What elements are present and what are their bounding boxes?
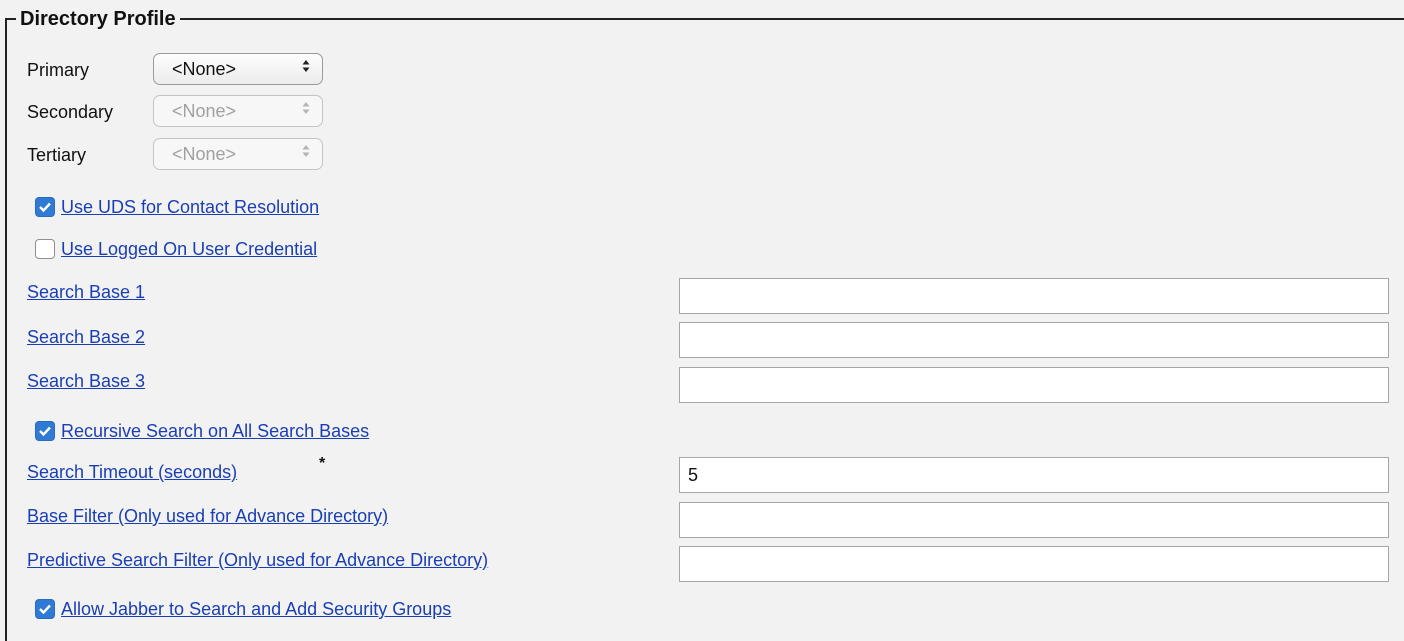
secondary-select-value: <None> [172, 101, 237, 121]
secondary-label: Secondary [27, 102, 114, 122]
recursive-search-checkbox[interactable] [35, 421, 55, 441]
secondary-select[interactable]: <None> [153, 95, 323, 127]
search-base-3-input[interactable] [679, 367, 1389, 403]
checkmark-icon [39, 426, 51, 437]
primary-label: Primary [27, 60, 89, 80]
use-uds-link[interactable]: Use UDS for Contact Resolution [61, 196, 319, 218]
primary-select-value: <None> [172, 59, 237, 79]
use-logged-on-link[interactable]: Use Logged On User Credential [61, 238, 317, 260]
select-arrows-icon [302, 139, 310, 169]
recursive-search-link[interactable]: Recursive Search on All Search Bases [61, 420, 369, 442]
directory-profile-legend: Directory Profile [16, 8, 180, 30]
search-timeout-link[interactable]: Search Timeout (seconds) [27, 461, 237, 483]
base-filter-input[interactable] [679, 502, 1389, 538]
tertiary-select-value: <None> [172, 144, 237, 164]
allow-jabber-link[interactable]: Allow Jabber to Search and Add Security … [61, 598, 451, 620]
allow-jabber-checkbox[interactable] [35, 599, 55, 619]
search-timeout-input[interactable] [679, 457, 1389, 493]
search-base-1-link[interactable]: Search Base 1 [27, 281, 145, 303]
search-base-2-link[interactable]: Search Base 2 [27, 326, 145, 348]
select-arrows-icon [302, 102, 310, 114]
select-arrows-icon [302, 96, 310, 126]
recursive-search-row: Recursive Search on All Search Bases [35, 420, 369, 442]
checkmark-icon [39, 202, 51, 213]
search-base-2-input[interactable] [679, 322, 1389, 358]
use-logged-on-row: Use Logged On User Credential [35, 238, 317, 260]
required-marker: * [319, 455, 326, 472]
predictive-filter-link[interactable]: Predictive Search Filter (Only used for … [27, 549, 488, 571]
select-arrows-icon [302, 145, 310, 157]
use-uds-checkbox[interactable] [35, 197, 55, 217]
predictive-filter-input[interactable] [679, 546, 1389, 582]
select-arrows-icon [302, 54, 310, 84]
allow-jabber-row: Allow Jabber to Search and Add Security … [35, 598, 451, 620]
base-filter-link[interactable]: Base Filter (Only used for Advance Direc… [27, 505, 388, 527]
search-base-3-link[interactable]: Search Base 3 [27, 370, 145, 392]
primary-select[interactable]: <None> [153, 53, 323, 85]
tertiary-label: Tertiary [27, 145, 87, 165]
tertiary-select[interactable]: <None> [153, 138, 323, 170]
use-logged-on-checkbox[interactable] [35, 239, 55, 259]
select-arrows-icon [302, 60, 310, 72]
search-base-1-input[interactable] [679, 278, 1389, 314]
use-uds-row: Use UDS for Contact Resolution [35, 196, 319, 218]
checkmark-icon [39, 604, 51, 615]
